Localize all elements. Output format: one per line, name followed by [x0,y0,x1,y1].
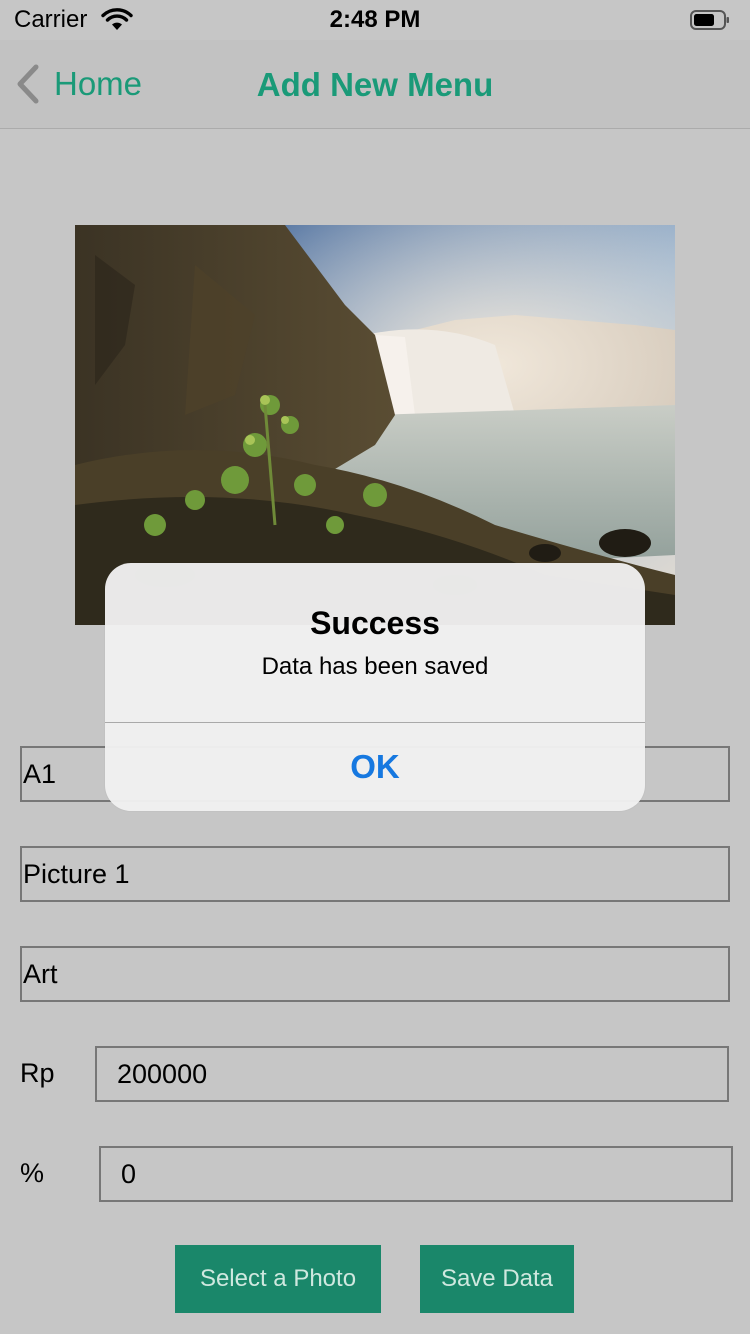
alert-title: Success [310,605,440,641]
discount-prefix-label: % [20,1158,45,1188]
menu-category-field[interactable] [20,946,730,1002]
page-title: Add New Menu [256,66,494,103]
status-time: 2:48 PM [329,6,421,33]
menu-name-field[interactable] [20,846,730,902]
status-bar: Carrier 2:48 PM [0,0,750,40]
battery-icon [690,10,729,30]
alert-message: Data has been saved [261,653,489,680]
price-field[interactable] [95,1046,729,1102]
price-prefix-label: Rp [20,1058,55,1088]
select-photo-button[interactable]: Select a Photo [175,1245,381,1313]
alert-ok-button[interactable]: OK [105,723,645,811]
success-alert-dialog: Success Data has been saved OK [105,563,645,811]
save-data-button[interactable]: Save Data [420,1245,574,1313]
navigation-bar: Home Add New Menu [0,40,750,129]
discount-field[interactable] [99,1146,733,1202]
